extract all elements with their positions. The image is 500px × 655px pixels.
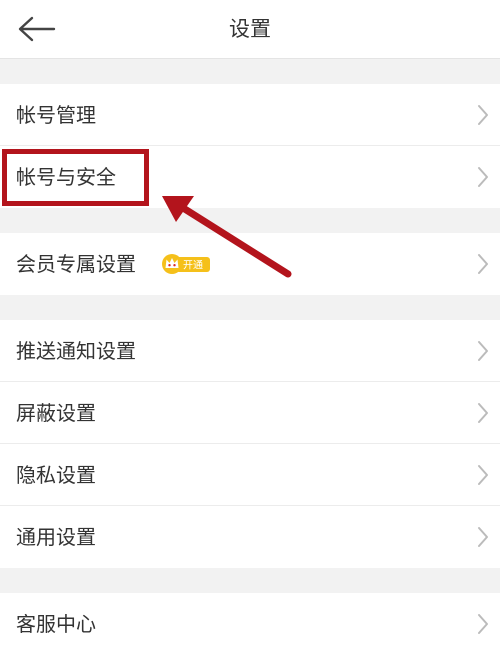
settings-item-label: 通用设置 bbox=[16, 525, 96, 549]
annotation-highlight-box bbox=[2, 149, 149, 206]
settings-item-privacy-settings[interactable]: 隐私设置 bbox=[0, 444, 500, 506]
header-divider bbox=[0, 58, 500, 59]
settings-item-account-management[interactable]: 帐号管理 bbox=[0, 84, 500, 146]
settings-item-label: 隐私设置 bbox=[16, 463, 96, 487]
settings-item-customer-service[interactable]: 客服中心 bbox=[0, 593, 500, 655]
header-bar: 设置 bbox=[0, 0, 500, 58]
chevron-right-icon bbox=[478, 527, 488, 547]
settings-item-block-settings[interactable]: 屏蔽设置 bbox=[0, 382, 500, 444]
chevron-right-icon bbox=[478, 403, 488, 423]
settings-group-support: 客服中心 bbox=[0, 593, 500, 655]
annotation-arrow-icon bbox=[162, 196, 292, 278]
settings-group-general: 推送通知设置 屏蔽设置 隐私设置 通用设置 bbox=[0, 320, 500, 568]
chevron-right-icon bbox=[478, 254, 488, 274]
settings-item-label: 会员专属设置 bbox=[16, 252, 136, 276]
chevron-right-icon bbox=[478, 465, 488, 485]
chevron-right-icon bbox=[478, 167, 488, 187]
page-title: 设置 bbox=[229, 17, 271, 41]
chevron-right-icon bbox=[478, 614, 488, 634]
settings-item-push-notifications[interactable]: 推送通知设置 bbox=[0, 320, 500, 382]
chevron-right-icon bbox=[478, 105, 488, 125]
settings-item-label: 屏蔽设置 bbox=[16, 401, 96, 425]
chevron-right-icon bbox=[478, 341, 488, 361]
settings-item-label: 帐号管理 bbox=[16, 103, 96, 127]
settings-item-label: 推送通知设置 bbox=[16, 339, 136, 363]
settings-item-label: 客服中心 bbox=[16, 612, 96, 636]
settings-item-general-settings[interactable]: 通用设置 bbox=[0, 506, 500, 568]
